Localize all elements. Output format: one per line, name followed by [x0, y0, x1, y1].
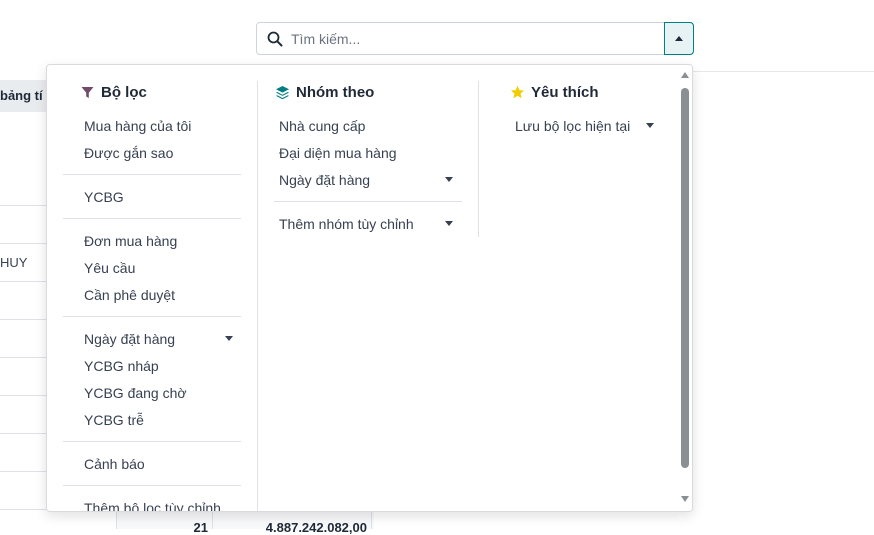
star-icon [509, 85, 525, 101]
filter-item[interactable]: Được gắn sao [84, 143, 173, 163]
filter-item[interactable]: YCBG trễ [84, 410, 144, 430]
filter-item[interactable]: Đơn mua hàng [84, 231, 177, 251]
group-by-column: Nhóm theo Nhà cung cấp Đại diện mua hàng… [258, 65, 478, 511]
scroll-up-arrow-icon[interactable] [681, 72, 689, 78]
filter-divider [63, 174, 241, 175]
group-by-divider [274, 201, 462, 202]
row-divider [0, 243, 46, 244]
filter-item[interactable]: YCBG đang chờ [84, 383, 187, 403]
dropdown-scrollbar[interactable] [678, 65, 692, 511]
filter-item[interactable]: Cần phê duyệt [84, 285, 175, 305]
save-current-filter[interactable]: Lưu bộ lọc hiện tại [515, 116, 630, 136]
caret-up-icon [675, 36, 683, 41]
row-divider [0, 205, 46, 206]
footer-total: 4.887.242.082,00 [265, 520, 367, 535]
header-divider [693, 71, 874, 72]
favorites-title: Yêu thích [509, 84, 599, 101]
favorites-column: Yêu thích Lưu bộ lọc hiện tại [479, 65, 679, 511]
group-by-item-date[interactable]: Ngày đặt hàng [279, 170, 370, 190]
group-by-title-label: Nhóm theo [296, 84, 375, 101]
footer-divider [371, 512, 372, 529]
table-cell[interactable]: HUY [0, 255, 27, 270]
search-icon [267, 31, 283, 47]
filter-item[interactable]: Yêu cầu [84, 258, 135, 278]
favorites-title-label: Yêu thích [531, 84, 599, 101]
search-panel-dropdown: Bộ lọc Mua hàng của tôi Được gắn sao YCB… [46, 64, 693, 512]
filter-icon [79, 85, 95, 101]
row-divider [0, 319, 46, 320]
search-input[interactable] [289, 23, 659, 54]
search-bar [256, 22, 694, 55]
row-divider [0, 433, 46, 434]
filter-divider [63, 485, 241, 486]
filter-divider [63, 218, 241, 219]
row-divider [0, 357, 46, 358]
chevron-down-icon[interactable] [445, 221, 453, 226]
filter-item[interactable]: Cảnh báo [84, 454, 145, 474]
filter-divider [63, 316, 241, 317]
row-divider [0, 509, 46, 510]
filters-title-label: Bộ lọc [101, 84, 147, 101]
scroll-down-arrow-icon[interactable] [681, 496, 689, 502]
filter-item[interactable]: Mua hàng của tôi [84, 116, 191, 136]
add-custom-filter[interactable]: Thêm bộ lọc tùy chỉnh [84, 498, 221, 511]
row-divider [0, 395, 46, 396]
scrollbar-thumb[interactable] [681, 88, 689, 468]
filters-title: Bộ lọc [79, 84, 147, 101]
filters-column: Bộ lọc Mua hàng của tôi Được gắn sao YCB… [63, 65, 241, 511]
group-by-item[interactable]: Đại diện mua hàng [279, 143, 397, 163]
add-custom-group[interactable]: Thêm nhóm tùy chỉnh [279, 214, 414, 234]
chevron-down-icon[interactable] [445, 177, 453, 182]
search-panel-toggle-button[interactable] [664, 22, 694, 55]
footer-divider [212, 512, 213, 529]
chevron-down-icon[interactable] [646, 123, 654, 128]
row-divider [0, 281, 46, 282]
group-by-title: Nhóm theo [274, 84, 374, 101]
filter-item[interactable]: YCBG nháp [84, 356, 159, 376]
footer-count: 21 [193, 520, 208, 535]
filter-divider [63, 441, 241, 442]
group-by-item[interactable]: Nhà cung cấp [279, 116, 365, 136]
chevron-down-icon[interactable] [225, 336, 233, 341]
layers-icon [274, 85, 290, 101]
filter-item-date[interactable]: Ngày đặt hàng [84, 329, 175, 349]
row-divider [0, 471, 46, 472]
filter-item[interactable]: YCBG [84, 187, 124, 207]
